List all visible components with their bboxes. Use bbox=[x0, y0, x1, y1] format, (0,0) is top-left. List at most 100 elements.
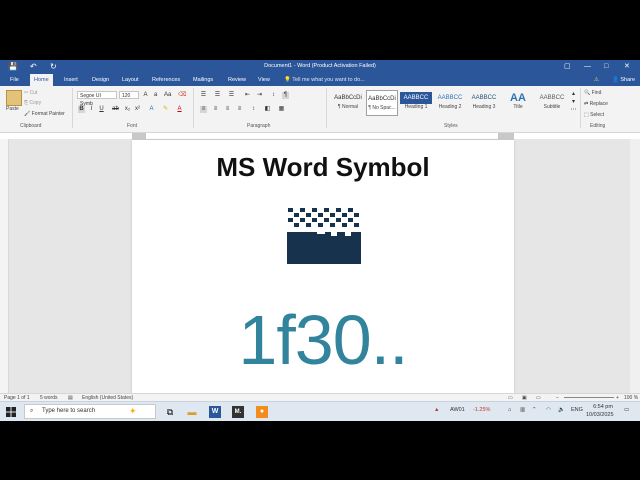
symbol-code-text: 1f30.. bbox=[238, 301, 408, 379]
align-center-icon[interactable]: ≡ bbox=[212, 106, 219, 113]
multilevel-list-icon[interactable]: ☰ bbox=[228, 92, 235, 99]
tab-mailings[interactable]: Mailings bbox=[189, 74, 217, 86]
vertical-scrollbar[interactable] bbox=[630, 139, 640, 394]
bold-icon[interactable]: B bbox=[78, 106, 85, 113]
copilot-sparkle-icon[interactable]: ✦ bbox=[129, 405, 137, 418]
window-title: Document1 - Word (Product Activation Fai… bbox=[264, 63, 376, 69]
minimize-icon[interactable]: — bbox=[584, 62, 591, 72]
tab-layout[interactable]: Layout bbox=[118, 74, 143, 86]
font-color-icon[interactable]: A bbox=[176, 106, 183, 113]
style-heading-1[interactable]: AABBCC Heading 1 bbox=[400, 90, 432, 116]
close-icon[interactable]: ✕ bbox=[624, 62, 630, 72]
replace-button[interactable]: ⇄ Replace bbox=[584, 101, 608, 107]
style-title[interactable]: AA Title bbox=[502, 90, 534, 116]
stock-ticker[interactable]: AW01 bbox=[450, 407, 465, 413]
style-sample: AABBCC bbox=[539, 95, 565, 101]
clear-format-icon[interactable]: ⌫ bbox=[178, 92, 186, 99]
italic-icon[interactable]: I bbox=[88, 106, 95, 113]
styles-more-icon[interactable]: ⋯ bbox=[570, 107, 577, 114]
notifications-icon[interactable]: ▭ bbox=[624, 407, 629, 413]
superscript-icon[interactable]: x² bbox=[134, 106, 141, 113]
screen: 💾 ↶ ↻ Document1 - Word (Product Activati… bbox=[0, 60, 640, 421]
style-heading-3[interactable]: AABBCC Heading 3 bbox=[468, 90, 500, 116]
ribbon-display-icon[interactable]: ▢ bbox=[564, 62, 571, 72]
media-app-icon[interactable]: M. bbox=[232, 406, 244, 418]
change-case-icon[interactable]: Aa bbox=[164, 92, 171, 99]
maximize-icon[interactable]: □ bbox=[604, 62, 608, 72]
paste-button[interactable]: Paste bbox=[6, 106, 19, 112]
zoom-slider[interactable] bbox=[564, 397, 614, 398]
horizontal-ruler bbox=[132, 133, 514, 140]
stock-chart-icon[interactable]: ▲ bbox=[434, 407, 439, 413]
tab-design[interactable]: Design bbox=[88, 74, 113, 86]
ruler-margin bbox=[132, 133, 146, 139]
style-sample: AABBCC bbox=[400, 92, 432, 104]
subscript-icon[interactable]: x₂ bbox=[124, 106, 131, 113]
style-name: ¶ Normal bbox=[337, 104, 359, 110]
windows-start-icon[interactable] bbox=[6, 407, 16, 417]
styles-scroll-down-icon[interactable]: ▾ bbox=[570, 99, 577, 106]
justify-icon[interactable]: ≡ bbox=[236, 106, 243, 113]
style-name: Title bbox=[513, 104, 523, 110]
pilcrow-icon[interactable]: ¶ bbox=[282, 92, 289, 99]
task-view-icon[interactable]: ⧉ bbox=[164, 406, 176, 418]
style-sample: AABBCC bbox=[437, 95, 463, 101]
copy-button[interactable]: ⎘ Copy bbox=[24, 100, 41, 106]
text-effects-icon[interactable]: A bbox=[148, 106, 155, 113]
clock-date[interactable]: 10/03/2025 bbox=[586, 412, 614, 418]
numbering-icon[interactable]: ☰ bbox=[214, 92, 221, 99]
tab-insert[interactable]: Insert bbox=[60, 74, 82, 86]
cut-button[interactable]: ✂ Cut bbox=[24, 90, 37, 96]
tab-view[interactable]: View bbox=[254, 74, 274, 86]
tab-review[interactable]: Review bbox=[224, 74, 250, 86]
decrease-indent-icon[interactable]: ⇤ bbox=[244, 92, 251, 99]
sort-icon[interactable]: ↕ bbox=[270, 92, 277, 99]
clock-time[interactable]: 6:54 pm bbox=[590, 404, 616, 410]
style-name: Heading 2 bbox=[438, 104, 462, 110]
share-button[interactable]: 👤 Share bbox=[612, 74, 635, 86]
show-hidden-icons[interactable]: ⌃ bbox=[532, 407, 537, 413]
ruler-margin bbox=[498, 133, 514, 139]
tray-app-icon[interactable]: ▥ bbox=[520, 407, 525, 413]
tab-home[interactable]: Home bbox=[30, 74, 53, 86]
input-language[interactable]: ENG bbox=[571, 407, 583, 413]
style-no-spacing[interactable]: AaBbCcDi ¶ No Spac... bbox=[366, 90, 398, 116]
find-button[interactable]: 🔍 Find bbox=[584, 90, 601, 96]
format-painter-button[interactable]: 🖌 Format Painter bbox=[24, 111, 65, 117]
tab-file[interactable]: File bbox=[6, 74, 23, 86]
style-normal[interactable]: AaBbCcDi ¶ Normal bbox=[332, 90, 364, 116]
taskbar-search-box[interactable]: ⌕ Type here to search ✦ bbox=[24, 404, 156, 419]
clipboard-group-label: Clipboard bbox=[20, 123, 42, 129]
style-subtitle[interactable]: AABBCC Subtitle bbox=[536, 90, 568, 116]
strikethrough-icon[interactable]: ab bbox=[112, 106, 119, 113]
factory-symbol-icon bbox=[287, 208, 361, 264]
line-spacing-icon[interactable]: ↕ bbox=[250, 106, 257, 113]
stock-change[interactable]: -1.25% bbox=[473, 407, 490, 413]
styles-scroll-up-icon[interactable]: ▴ bbox=[570, 91, 577, 98]
highlight-icon[interactable]: ✎ bbox=[162, 106, 169, 113]
tell-me-search[interactable]: 💡 Tell me what you want to do... bbox=[284, 74, 365, 86]
align-left-icon[interactable]: ≡ bbox=[200, 106, 207, 113]
borders-icon[interactable]: ▦ bbox=[278, 106, 285, 113]
tab-references[interactable]: References bbox=[148, 74, 184, 86]
volume-icon[interactable]: 🔈 bbox=[558, 407, 565, 413]
increase-indent-icon[interactable]: ⇥ bbox=[256, 92, 263, 99]
document-page[interactable]: MS Word Symbol 1f30.. bbox=[132, 140, 514, 394]
file-explorer-icon[interactable]: ▬ bbox=[186, 406, 198, 418]
select-button[interactable]: ⬚ Select bbox=[584, 112, 604, 118]
font-name-select[interactable]: Segoe UI Symb bbox=[77, 91, 117, 107]
recorder-app-icon[interactable]: ● bbox=[256, 406, 268, 418]
shrink-font-icon[interactable]: a bbox=[152, 92, 159, 99]
style-heading-2[interactable]: AABBCC Heading 2 bbox=[434, 90, 466, 116]
paste-icon[interactable] bbox=[6, 90, 22, 106]
grow-font-icon[interactable]: A bbox=[142, 92, 149, 99]
network-status-icon[interactable]: ⌂ bbox=[508, 407, 511, 413]
align-right-icon[interactable]: ≡ bbox=[224, 106, 231, 113]
bullets-icon[interactable]: ☰ bbox=[200, 92, 207, 99]
word-app-icon[interactable]: W bbox=[209, 406, 221, 418]
wifi-icon[interactable]: ◠ bbox=[546, 407, 551, 413]
underline-icon[interactable]: U bbox=[98, 106, 105, 113]
font-size-select[interactable]: 120 bbox=[119, 91, 139, 99]
divider bbox=[193, 88, 194, 128]
shading-icon[interactable]: ◧ bbox=[264, 106, 271, 113]
